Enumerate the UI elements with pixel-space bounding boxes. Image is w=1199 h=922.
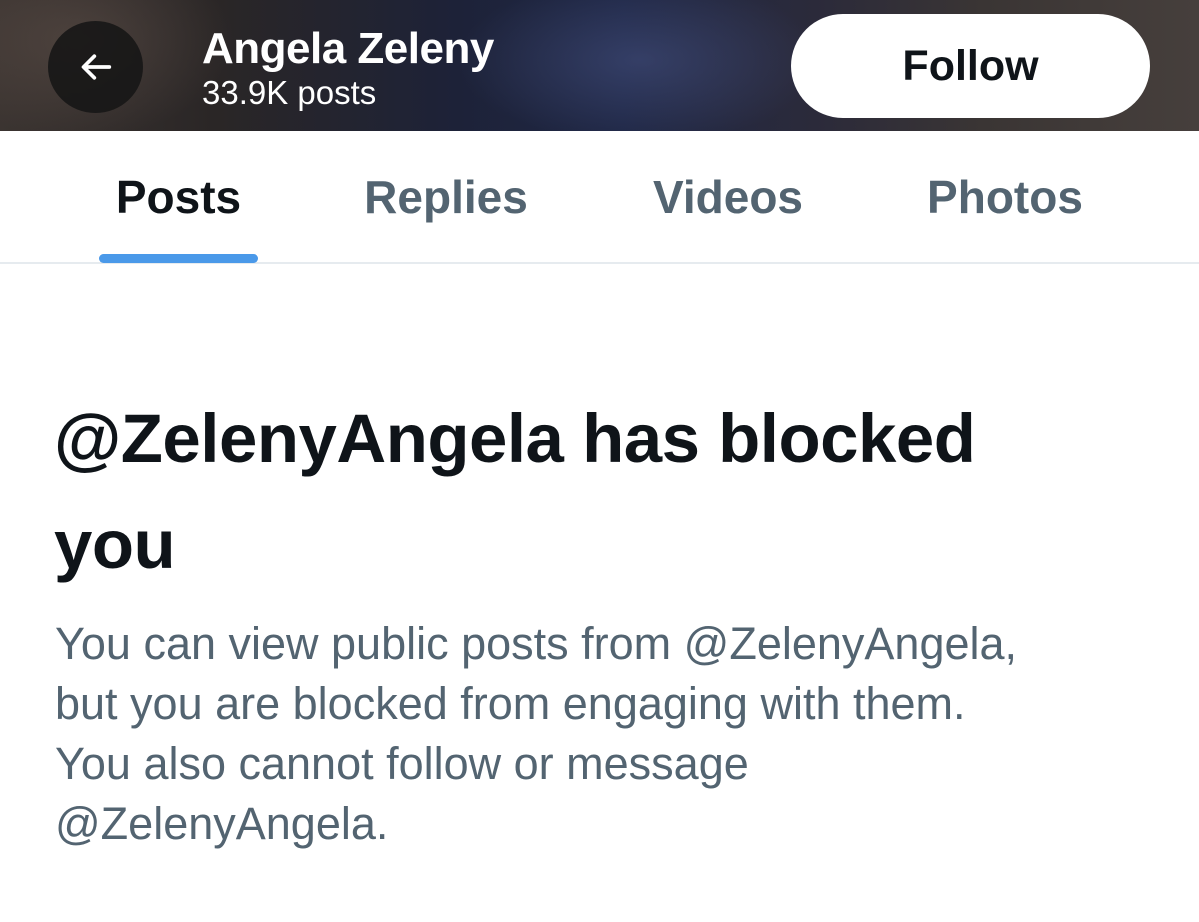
blocked-description-line-3: You also cannot follow or message	[55, 738, 749, 789]
tab-photos[interactable]: Photos	[910, 131, 1100, 262]
blocked-heading-line-1: @ZelenyAngela has blocked	[54, 400, 976, 477]
tab-videos[interactable]: Videos	[633, 131, 823, 262]
active-tab-indicator	[99, 254, 258, 263]
blocked-description: You can view public posts from @ZelenyAn…	[55, 614, 1175, 854]
profile-header: Angela Zeleny 33.9K posts Follow	[0, 0, 1199, 131]
tab-posts[interactable]: Posts	[99, 131, 258, 262]
back-button[interactable]	[48, 21, 143, 113]
blocked-description-line-2: but you are blocked from engaging with t…	[55, 678, 966, 729]
post-count: 33.9K posts	[202, 74, 377, 111]
tab-replies[interactable]: Replies	[346, 131, 546, 262]
follow-button[interactable]: Follow	[791, 14, 1150, 118]
blocked-heading-line-2: you	[54, 506, 176, 583]
blocked-description-line-4: @ZelenyAngela.	[55, 798, 389, 849]
arrow-left-icon	[81, 54, 111, 80]
blocked-description-line-1: You can view public posts from @ZelenyAn…	[55, 618, 1018, 669]
blocked-heading: @ZelenyAngela has blocked you	[54, 386, 1164, 598]
profile-tabs: Posts Replies Videos Photos	[0, 131, 1199, 264]
profile-name: Angela Zeleny	[202, 24, 494, 73]
